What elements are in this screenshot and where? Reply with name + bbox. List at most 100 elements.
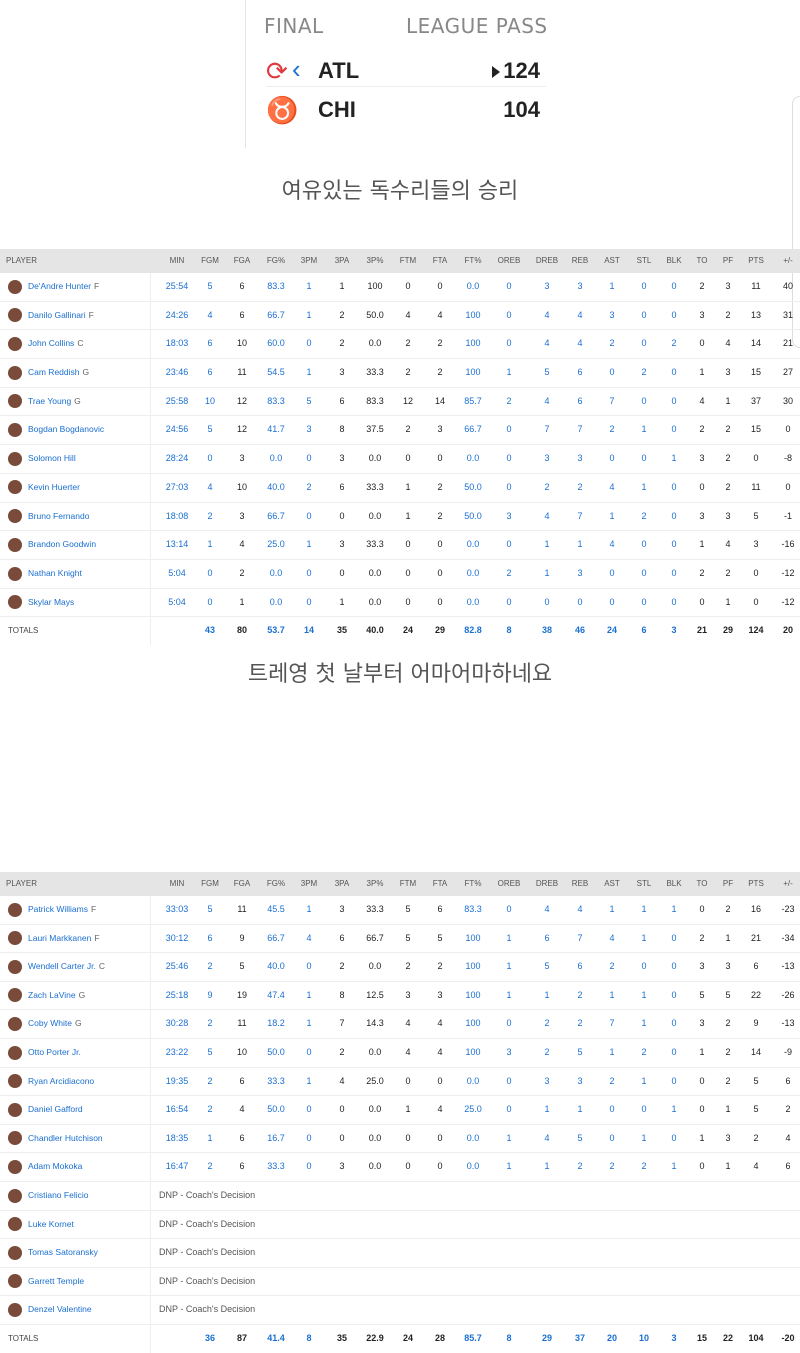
stat-cell[interactable]: 85.7 (458, 388, 488, 416)
stat-cell[interactable]: 1 (294, 896, 324, 924)
column-header[interactable]: PTS (741, 872, 771, 896)
stat-cell[interactable]: 0 (494, 1096, 524, 1124)
stat-cell[interactable]: 2 (597, 416, 627, 444)
stat-cell[interactable]: 3 (565, 445, 595, 473)
player-name-link[interactable]: Tomas Satoransky (28, 1247, 98, 1257)
stat-cell[interactable]: 0 (494, 302, 524, 330)
stat-cell[interactable]: 4 (597, 474, 627, 502)
stat-cell[interactable]: 0 (629, 1096, 659, 1124)
column-header[interactable]: STL (629, 249, 659, 273)
column-header[interactable]: AST (597, 872, 627, 896)
column-header[interactable]: FGM (195, 249, 225, 273)
stat-cell[interactable]: 41.7 (261, 416, 291, 444)
stat-cell[interactable]: 18.2 (261, 1010, 291, 1038)
stat-cell[interactable]: 0 (659, 416, 689, 444)
stat-cell[interactable]: 1 (597, 896, 627, 924)
stat-cell[interactable]: 9 (195, 982, 225, 1010)
column-header[interactable]: FT% (458, 872, 488, 896)
stat-cell[interactable]: 25:18 (162, 982, 192, 1010)
stat-cell[interactable]: 0.0 (261, 589, 291, 617)
column-header[interactable]: STL (629, 872, 659, 896)
total-cell[interactable]: 43 (195, 617, 225, 645)
player-name-link[interactable]: Ryan Arcidiacono (28, 1076, 94, 1086)
column-header[interactable]: FTM (393, 249, 423, 273)
total-cell[interactable]: 3 (659, 1325, 689, 1353)
stat-cell[interactable]: 1 (629, 474, 659, 502)
stat-cell[interactable]: 0 (494, 896, 524, 924)
total-cell[interactable]: 38 (532, 617, 562, 645)
stat-cell[interactable]: 3 (532, 445, 562, 473)
total-cell[interactable]: 8 (294, 1325, 324, 1353)
stat-cell[interactable]: 3 (597, 302, 627, 330)
stat-cell[interactable]: 0 (629, 589, 659, 617)
stat-cell[interactable]: 33.3 (261, 1153, 291, 1181)
column-header[interactable]: PLAYER (6, 872, 37, 896)
column-header[interactable]: OREB (494, 872, 524, 896)
stat-cell[interactable]: 2 (532, 474, 562, 502)
total-cell[interactable]: 37 (565, 1325, 595, 1353)
total-cell[interactable]: 82.8 (458, 617, 488, 645)
stat-cell[interactable]: 3 (494, 1039, 524, 1067)
stat-cell[interactable]: 83.3 (261, 273, 291, 301)
stat-cell[interactable]: 1 (494, 925, 524, 953)
stat-cell[interactable]: 1 (597, 273, 627, 301)
stat-cell[interactable]: 25.0 (458, 1096, 488, 1124)
stat-cell[interactable]: 0 (659, 1068, 689, 1096)
player-name-link[interactable]: Solomon Hill (28, 453, 76, 463)
stat-cell[interactable]: 83.3 (261, 388, 291, 416)
stat-cell[interactable]: 7 (532, 416, 562, 444)
stat-cell[interactable]: 25:46 (162, 953, 192, 981)
column-header[interactable]: REB (565, 872, 595, 896)
stat-cell[interactable]: 1 (659, 896, 689, 924)
total-cell[interactable]: 46 (565, 617, 595, 645)
stat-cell[interactable]: 4 (195, 302, 225, 330)
stat-cell[interactable]: 25:54 (162, 273, 192, 301)
stat-cell[interactable]: 66.7 (458, 416, 488, 444)
stat-cell[interactable]: 0 (629, 388, 659, 416)
player-name-link[interactable]: Cam Reddish (28, 367, 80, 377)
stat-cell[interactable]: 0.0 (458, 531, 488, 559)
column-header[interactable]: FTM (393, 872, 423, 896)
stat-cell[interactable]: 0 (659, 589, 689, 617)
column-header[interactable]: FGA (227, 249, 257, 273)
stat-cell[interactable]: 7 (565, 416, 595, 444)
column-header[interactable]: 3P% (360, 249, 390, 273)
stat-cell[interactable]: 2 (629, 503, 659, 531)
stat-cell[interactable]: 2 (494, 560, 524, 588)
player-name-link[interactable]: Skylar Mays (28, 597, 74, 607)
column-header[interactable]: REB (565, 249, 595, 273)
player-name-link[interactable]: Danilo Gallinari (28, 310, 86, 320)
stat-cell[interactable]: 0 (494, 330, 524, 358)
stat-cell[interactable]: 2 (195, 1153, 225, 1181)
total-cell[interactable]: 41.4 (261, 1325, 291, 1353)
column-header[interactable]: AST (597, 249, 627, 273)
stat-cell[interactable]: 0 (294, 589, 324, 617)
stat-cell[interactable]: 2 (629, 1153, 659, 1181)
column-header[interactable]: +/- (773, 872, 800, 896)
stat-cell[interactable]: 100 (458, 330, 488, 358)
stat-cell[interactable]: 2 (532, 1039, 562, 1067)
stat-cell[interactable]: 1 (294, 982, 324, 1010)
stat-cell[interactable]: 7 (565, 925, 595, 953)
stat-cell[interactable]: 23:22 (162, 1039, 192, 1067)
stat-cell[interactable]: 1 (565, 1096, 595, 1124)
column-header[interactable]: 3PM (294, 872, 324, 896)
column-header[interactable]: OREB (494, 249, 524, 273)
stat-cell[interactable]: 5 (565, 1125, 595, 1153)
stat-cell[interactable]: 0.0 (458, 560, 488, 588)
stat-cell[interactable]: 25.0 (261, 531, 291, 559)
stat-cell[interactable]: 5 (294, 388, 324, 416)
stat-cell[interactable]: 5 (532, 953, 562, 981)
stat-cell[interactable]: 4 (565, 896, 595, 924)
player-name-link[interactable]: Adam Mokoka (28, 1161, 82, 1171)
stat-cell[interactable]: 0 (659, 474, 689, 502)
stat-cell[interactable]: 4 (532, 388, 562, 416)
stat-cell[interactable]: 1 (195, 531, 225, 559)
stat-cell[interactable]: 3 (494, 503, 524, 531)
stat-cell[interactable]: 0 (659, 531, 689, 559)
stat-cell[interactable]: 5 (195, 896, 225, 924)
stat-cell[interactable]: 18:35 (162, 1125, 192, 1153)
stat-cell[interactable]: 66.7 (261, 503, 291, 531)
stat-cell[interactable]: 0 (629, 953, 659, 981)
stat-cell[interactable]: 6 (565, 359, 595, 387)
